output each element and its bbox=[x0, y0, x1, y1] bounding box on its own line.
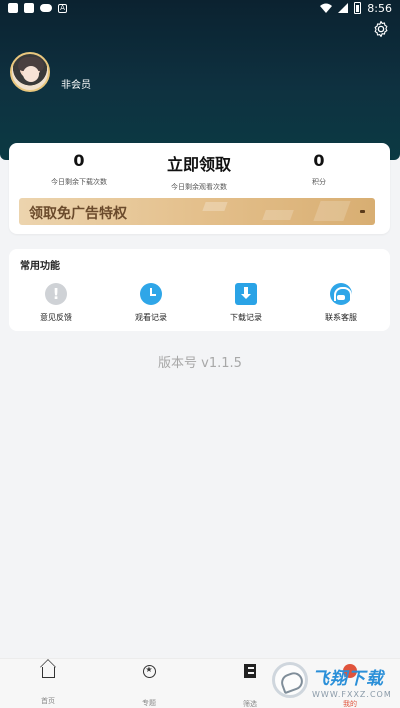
download-history-button[interactable]: 下载记录 bbox=[216, 283, 276, 323]
section-title: 常用功能 bbox=[20, 261, 60, 272]
status-time: 8:56 bbox=[367, 1, 392, 15]
stat-value: 0 bbox=[73, 151, 85, 170]
feedback-icon bbox=[45, 283, 67, 305]
function-label: 观看记录 bbox=[135, 313, 167, 322]
gear-icon[interactable] bbox=[372, 20, 390, 38]
nickname-label[interactable]: 非会员 bbox=[61, 76, 91, 91]
filter-icon bbox=[244, 664, 256, 678]
a-icon: A bbox=[58, 3, 67, 13]
topic-icon bbox=[142, 665, 156, 678]
stat-value: 0 bbox=[313, 151, 325, 170]
avatar-face bbox=[23, 66, 39, 82]
status-bar: A 8:56 bbox=[0, 0, 400, 16]
function-label: 联系客服 bbox=[325, 313, 357, 322]
tab-home[interactable]: 首页 bbox=[18, 663, 78, 706]
banner-arrow-icon bbox=[360, 210, 365, 213]
battery-icon bbox=[354, 2, 362, 14]
tab-filter[interactable]: 筛选 bbox=[220, 663, 280, 708]
banner-decoration bbox=[313, 201, 351, 221]
stat-label: 积分 bbox=[312, 178, 326, 186]
cloud-icon bbox=[40, 4, 52, 12]
common-functions-card: 常用功能 意见反馈 观看记录 下载记录 联系客服 bbox=[9, 249, 390, 331]
ad-free-banner[interactable]: 领取免广告特权 bbox=[19, 198, 375, 225]
tab-label: 专题 bbox=[142, 699, 156, 707]
stats-card: 0 今日剩余下载次数 立即领取 今日剩余观看次数 0 积分 领取免广告特权 bbox=[9, 143, 390, 234]
headset-icon bbox=[330, 283, 352, 305]
square-icon bbox=[24, 3, 34, 13]
banner-decoration bbox=[202, 202, 228, 211]
tab-label: 筛选 bbox=[243, 700, 257, 708]
home-icon bbox=[41, 667, 55, 678]
banner-decoration bbox=[262, 210, 294, 220]
notification-icon bbox=[8, 3, 18, 13]
avatar[interactable] bbox=[10, 52, 50, 92]
signal-icon bbox=[338, 3, 349, 13]
tab-topic[interactable]: 专题 bbox=[119, 663, 179, 708]
version-text: 版本号 v1.1.5 bbox=[158, 356, 242, 371]
download-count-stat[interactable]: 0 今日剩余下载次数 bbox=[24, 151, 134, 187]
function-label: 意见反馈 bbox=[40, 313, 72, 322]
site-watermark: 飞翔下载 WWW.FXXZ.COM bbox=[272, 660, 394, 706]
points-stat[interactable]: 0 积分 bbox=[264, 151, 374, 187]
stat-label: 今日剩余观看次数 bbox=[171, 183, 227, 191]
watch-count-stat[interactable]: 立即领取 今日剩余观看次数 bbox=[144, 151, 254, 192]
contact-service-button[interactable]: 联系客服 bbox=[311, 283, 371, 323]
stat-label: 今日剩余下载次数 bbox=[51, 178, 107, 186]
watch-history-button[interactable]: 观看记录 bbox=[121, 283, 181, 323]
profile-header bbox=[0, 0, 400, 160]
watermark-logo-icon bbox=[272, 662, 308, 698]
tab-label: 首页 bbox=[41, 697, 55, 705]
feedback-button[interactable]: 意见反馈 bbox=[26, 283, 86, 323]
clock-icon bbox=[140, 283, 162, 305]
download-icon bbox=[235, 283, 257, 305]
banner-text: 领取免广告特权 bbox=[29, 206, 127, 222]
watermark-url: WWW.FXXZ.COM bbox=[312, 690, 392, 699]
function-label: 下载记录 bbox=[230, 313, 262, 322]
watermark-text: 飞翔下载 bbox=[312, 669, 384, 689]
claim-now-button[interactable]: 立即领取 bbox=[144, 151, 254, 175]
wifi-icon bbox=[320, 3, 333, 13]
